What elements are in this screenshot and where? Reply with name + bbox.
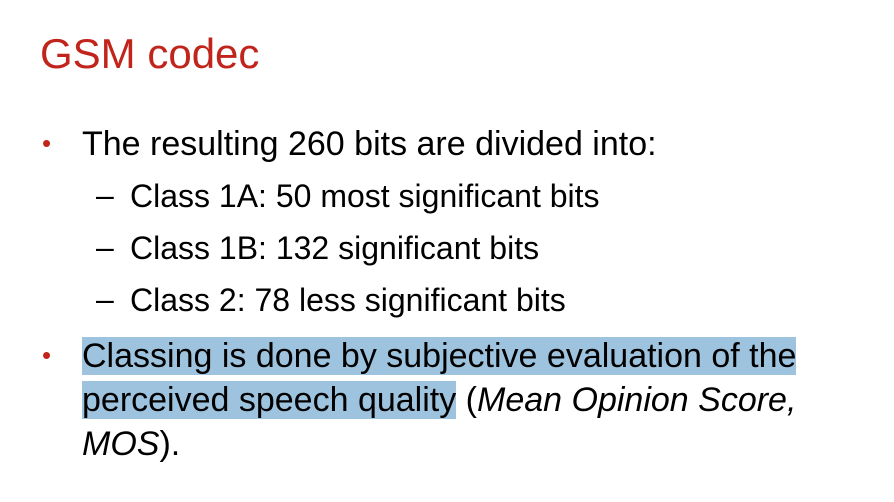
subitem-marker: – bbox=[96, 281, 114, 317]
bullet-text: ). bbox=[159, 425, 181, 463]
highlighted-text: perceived speech quality bbox=[82, 381, 457, 419]
bullet-text-line: perceived speech quality (Mean Opinion S… bbox=[82, 378, 796, 422]
subitem-marker: – bbox=[96, 177, 114, 213]
subitem-text: Class 1B: 132 significant bits bbox=[130, 230, 540, 266]
bullet-text: ( bbox=[456, 381, 478, 419]
bullet-text-line: Classing is done by subjective evaluatio… bbox=[82, 334, 797, 378]
slide: GSM codec • The resulting 260 bits are d… bbox=[0, 0, 894, 502]
highlighted-text: Classing is done by subjective evaluatio… bbox=[82, 337, 797, 375]
bullet-marker: • bbox=[42, 128, 52, 158]
bullet-marker: • bbox=[42, 340, 52, 370]
bullet-text: The resulting 260 bits are divided into: bbox=[82, 125, 657, 163]
subitem-text: Class 1A: 50 most significant bits bbox=[130, 178, 600, 214]
bullet-text-line: MOS). bbox=[82, 422, 180, 466]
italic-text: Mean Opinion Score, bbox=[477, 381, 797, 419]
subitem-text: Class 2: 78 less significant bits bbox=[130, 282, 566, 318]
slide-title: GSM codec bbox=[40, 30, 260, 77]
italic-text: MOS bbox=[82, 425, 160, 463]
subitem-marker: – bbox=[96, 229, 114, 265]
